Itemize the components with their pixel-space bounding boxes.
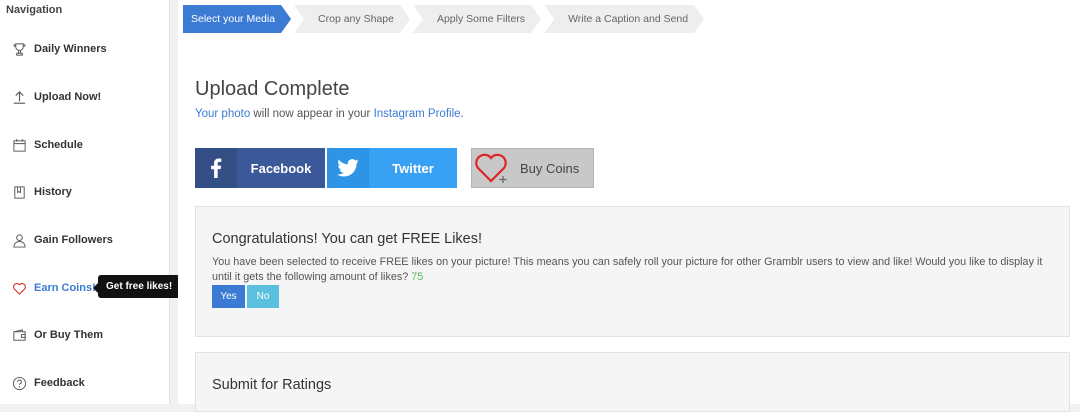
- twitter-icon: [327, 148, 369, 188]
- book-icon: [0, 185, 34, 200]
- ratings-title: Submit for Ratings: [212, 377, 332, 393]
- twitter-label: Twitter: [392, 160, 434, 176]
- sidebar-item-history[interactable]: History: [0, 177, 170, 207]
- trophy-icon: [0, 42, 34, 57]
- buy-coins-button[interactable]: Buy Coins: [471, 148, 594, 188]
- sidebar: Navigation Daily Winners Upload Now! Sch…: [0, 0, 181, 404]
- photo-link[interactable]: Your photo: [195, 108, 250, 120]
- facebook-icon: [195, 148, 237, 188]
- wizard-steps: Select your Media Crop any Shape Apply S…: [183, 5, 707, 33]
- sidebar-item-label: History: [34, 186, 72, 198]
- ratings-panel: Submit for Ratings: [195, 352, 1070, 412]
- tooltip: Get free likes!: [92, 275, 181, 298]
- instagram-profile-link[interactable]: Instagram Profile: [374, 108, 461, 120]
- sidebar-title: Navigation: [6, 4, 63, 16]
- sidebar-item-label: Or Buy Them: [34, 329, 104, 341]
- sidebar-item-schedule[interactable]: Schedule: [0, 130, 170, 160]
- no-button[interactable]: No: [247, 285, 279, 308]
- sidebar-item-gain-followers[interactable]: Gain Followers: [0, 225, 170, 255]
- free-likes-text: You have been selected to receive FREE l…: [212, 255, 1057, 285]
- free-likes-title: Congratulations! You can get FREE Likes!: [212, 231, 483, 247]
- step-filters[interactable]: Apply Some Filters: [413, 5, 541, 33]
- yes-button[interactable]: Yes: [212, 285, 245, 308]
- facebook-share-button[interactable]: Facebook: [195, 148, 325, 188]
- main-content: Select your Media Crop any Shape Apply S…: [178, 0, 1080, 412]
- likes-amount: 75: [411, 271, 424, 283]
- sidebar-item-label: Earn Coins!: [34, 282, 96, 294]
- sidebar-item-label: Schedule: [34, 139, 83, 151]
- wallet-icon: [0, 328, 34, 343]
- sidebar-item-feedback[interactable]: Feedback: [0, 368, 170, 398]
- sidebar-item-label: Feedback: [34, 377, 85, 389]
- sidebar-item-label: Gain Followers: [34, 234, 113, 246]
- sidebar-item-label: Upload Now!: [34, 91, 102, 103]
- upload-message: Your photo will now appear in your Insta…: [195, 108, 464, 120]
- sidebar-item-label: Daily Winners: [34, 43, 107, 55]
- calendar-icon: [0, 138, 34, 153]
- heart-plus-icon: [472, 148, 512, 188]
- message-end: .: [460, 108, 464, 120]
- help-icon: [0, 376, 34, 391]
- facebook-label: Facebook: [250, 160, 312, 176]
- step-select-media[interactable]: Select your Media: [183, 5, 291, 33]
- free-likes-panel: Congratulations! You can get FREE Likes!…: [195, 206, 1070, 337]
- user-icon: [0, 233, 34, 248]
- buy-coins-label: Buy Coins: [520, 160, 580, 176]
- sidebar-item-upload[interactable]: Upload Now!: [0, 82, 170, 112]
- upload-icon: [0, 90, 34, 105]
- sidebar-item-daily-winners[interactable]: Daily Winners: [0, 34, 170, 64]
- heart-icon: [0, 281, 34, 296]
- step-crop[interactable]: Crop any Shape: [294, 5, 410, 33]
- twitter-share-button[interactable]: Twitter: [327, 148, 457, 188]
- free-likes-body: You have been selected to receive FREE l…: [212, 256, 1043, 283]
- message-text: will now appear in your: [250, 108, 374, 120]
- step-caption[interactable]: Write a Caption and Send: [544, 5, 704, 33]
- sidebar-item-buy-them[interactable]: Or Buy Them: [0, 320, 170, 350]
- page-title: Upload Complete: [195, 78, 350, 100]
